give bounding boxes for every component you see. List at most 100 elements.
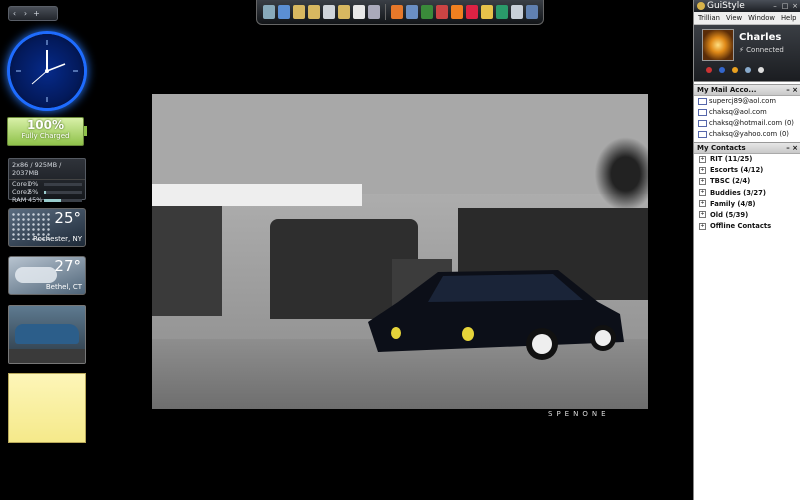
cpu-row-label: RAM	[12, 196, 27, 204]
photo-ground	[9, 349, 85, 363]
car-photo-icon	[15, 324, 79, 344]
contact-group[interactable]: + Buddies (3/27)	[694, 188, 800, 199]
folder-icon[interactable]	[322, 5, 335, 19]
folder-icon[interactable]	[337, 5, 350, 19]
expand-icon[interactable]: +	[699, 189, 706, 197]
weather-temp: 27°	[54, 257, 81, 275]
contact-group-label: Offline Contacts	[710, 222, 772, 231]
building-wall	[152, 94, 648, 194]
cpu-row-value: 0%	[28, 180, 39, 188]
add-gadget-button[interactable]: +	[31, 7, 42, 20]
contact-group[interactable]: + Offline Contacts	[694, 221, 800, 232]
weather-gadget[interactable]: 27° Bethel, CT	[8, 256, 86, 295]
cpu-row-label: Core2	[12, 188, 32, 196]
expand-icon[interactable]: +	[699, 166, 706, 174]
contact-group[interactable]: + Family (4/8)	[694, 199, 800, 210]
avatar[interactable]	[702, 29, 734, 61]
contact-group-label: Family (4/8)	[710, 199, 756, 208]
mail-account[interactable]: supercj89@aol.com	[694, 96, 800, 107]
cpu-row-fill	[44, 198, 62, 202]
cpu-row-bar	[44, 182, 82, 186]
sidebar-controls: ‹ › +	[8, 6, 58, 21]
status-dot-icon[interactable]	[706, 67, 712, 73]
mail-account[interactable]: chaksq@hotmail.com (0)	[694, 118, 800, 129]
brush-icon[interactable]	[465, 5, 478, 19]
contact-group[interactable]: + TBSC (2/4)	[694, 176, 800, 187]
clock-gadget[interactable]	[10, 34, 84, 108]
cpu-row-value: 5%	[28, 188, 39, 196]
mail-account[interactable]: chaksq@aol.com	[694, 107, 800, 118]
status-dot-icon[interactable]	[719, 67, 725, 73]
section-controls[interactable]: – ×	[786, 85, 798, 95]
mail-section-header[interactable]: My Mail Acco... – ×	[694, 84, 800, 96]
wallpaper-watermark: SPENONE	[548, 410, 610, 418]
menu-trillian[interactable]: Trillian	[698, 14, 720, 22]
window-titlebar[interactable]: GuiStyle – □ ×	[694, 0, 800, 12]
trash-icon[interactable]	[367, 5, 380, 19]
trillian-logo-icon	[697, 2, 705, 10]
next-arrow-button[interactable]: ›	[20, 7, 31, 20]
sticky-note-gadget[interactable]	[8, 373, 86, 443]
dock-bar	[256, 0, 544, 25]
envelope-icon	[698, 119, 707, 127]
loading-dock-canopy	[152, 184, 362, 206]
weather-temp: 25°	[54, 209, 81, 227]
weather-location: Rochester, NY	[33, 235, 82, 243]
cpu-row: RAM 45%	[9, 196, 85, 204]
contact-group[interactable]: + Old (5/39)	[694, 210, 800, 221]
cpu-row-bar	[44, 198, 82, 202]
clock-face-icon	[16, 40, 78, 102]
profile-status[interactable]: ⚡ Connected	[739, 46, 784, 54]
mail-account-label: chaksq@hotmail.com (0)	[709, 119, 794, 127]
profile-name[interactable]: Charles	[739, 32, 781, 43]
media-icon[interactable]	[405, 5, 418, 19]
mail-section-title: My Mail Acco...	[697, 86, 757, 94]
expand-icon[interactable]: +	[699, 155, 706, 163]
mail-account[interactable]: chaksq@yahoo.com (0)	[694, 129, 800, 140]
gear-icon[interactable]	[480, 5, 493, 19]
expand-icon[interactable]: +	[699, 211, 706, 219]
firefox-icon[interactable]	[390, 5, 403, 19]
weather-gadget[interactable]: 25° Rochester, NY	[8, 208, 86, 247]
maximize-icon[interactable]: □	[781, 2, 789, 10]
menu-window[interactable]: Window	[748, 14, 775, 22]
notes-icon[interactable]	[510, 5, 523, 19]
play-icon[interactable]	[420, 5, 433, 19]
status-dot-icon[interactable]	[732, 67, 738, 73]
menu-view[interactable]: View	[726, 14, 742, 22]
prev-arrow-button[interactable]: ‹	[9, 7, 20, 20]
menu-help[interactable]: Help	[781, 14, 797, 22]
expand-icon[interactable]: +	[699, 177, 706, 185]
contacts-section-header[interactable]: My Contacts – ×	[694, 142, 800, 154]
cpu-row-bar	[44, 190, 82, 194]
slideshow-gadget[interactable]	[8, 305, 86, 364]
folder-icon[interactable]	[292, 5, 305, 19]
contact-group[interactable]: + Escorts (4/12)	[694, 165, 800, 176]
section-controls[interactable]: – ×	[786, 143, 798, 153]
expand-icon[interactable]: +	[699, 222, 706, 230]
vlc-icon[interactable]	[450, 5, 463, 19]
close-icon[interactable]: ×	[791, 2, 799, 10]
cpu-row: Core1 0%	[9, 180, 85, 188]
expand-icon[interactable]: +	[699, 200, 706, 208]
document-icon[interactable]	[352, 5, 365, 19]
burn-icon[interactable]	[435, 5, 448, 19]
computer-icon[interactable]	[262, 5, 275, 19]
dock-separator	[384, 4, 386, 20]
tree-silhouette	[592, 134, 648, 214]
media-player-icon[interactable]	[525, 5, 538, 19]
status-dot-icon[interactable]	[758, 67, 764, 73]
mail-account-label: chaksq@yahoo.com (0)	[709, 130, 789, 138]
status-dots	[706, 67, 764, 73]
status-dot-icon[interactable]	[745, 67, 751, 73]
folder-icon[interactable]	[307, 5, 320, 19]
circle-icon[interactable]	[495, 5, 508, 19]
window-title: GuiStyle	[707, 1, 745, 11]
cpu-meter-gadget[interactable]: 2x86 / 925MB / 2037MB Core1 0% Core2 5% …	[8, 158, 86, 204]
battery-gadget[interactable]: 100% Fully Charged	[7, 117, 87, 146]
cpu-row-fill	[44, 190, 46, 194]
minimize-icon[interactable]: –	[771, 2, 779, 10]
cpu-row-label: Core1	[12, 180, 32, 188]
globe-icon[interactable]	[277, 5, 290, 19]
contact-group[interactable]: + RIT (11/25)	[694, 154, 800, 165]
